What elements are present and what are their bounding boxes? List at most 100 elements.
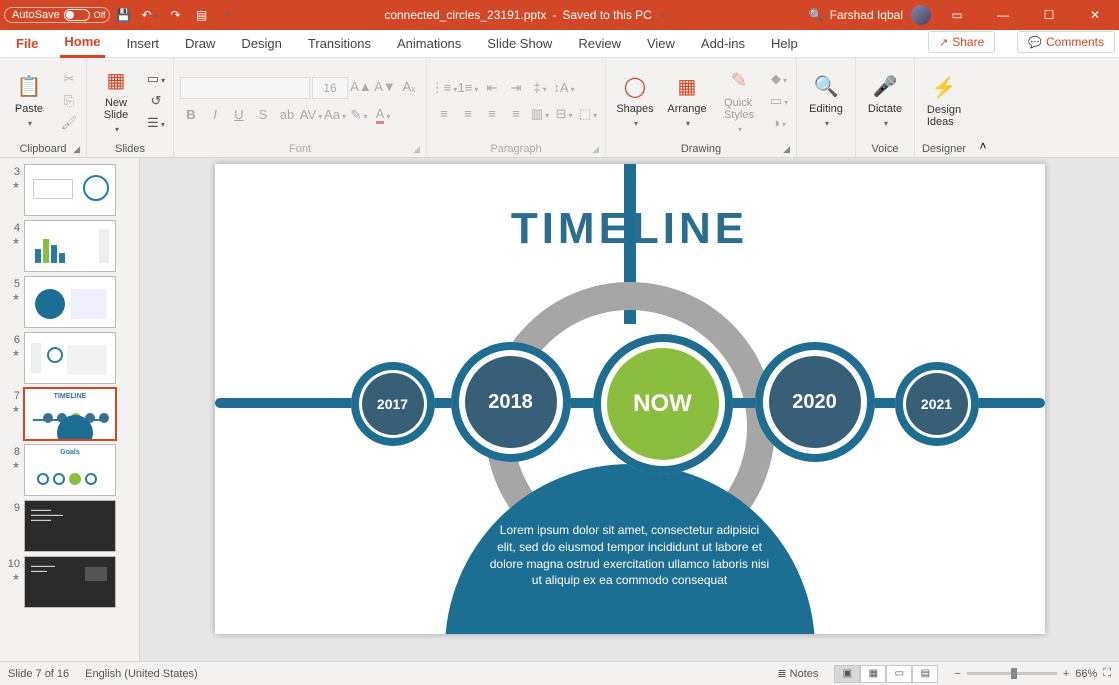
change-case-icon[interactable]: Aa (324, 105, 346, 125)
timeline-node-2018[interactable]: 2018 (451, 342, 571, 462)
decrease-font-icon[interactable]: A▼ (374, 77, 396, 97)
avatar[interactable] (911, 5, 931, 25)
slide-thumbnail[interactable]: 9 ▬▬▬▬▬▬▬▬▬▬▬▬▬▬▬▬▬▬ (0, 498, 139, 554)
align-center-icon[interactable]: ≡ (457, 104, 479, 124)
cut-icon[interactable]: ✂ (58, 69, 80, 89)
shadow-icon[interactable]: ab (276, 105, 298, 125)
clear-formatting-icon[interactable]: Aₓ (398, 77, 420, 97)
tab-transitions[interactable]: Transitions (304, 32, 375, 57)
font-family-input[interactable] (180, 77, 310, 99)
copy-icon[interactable]: ⎘ (58, 91, 80, 111)
save-icon[interactable]: 💾 (112, 3, 136, 27)
strikethrough-icon[interactable]: S (252, 105, 274, 125)
numbering-icon[interactable]: 1≡ (457, 78, 479, 98)
title-dropdown-icon[interactable] (658, 8, 664, 22)
collapse-ribbon-icon[interactable]: ˄ (973, 58, 993, 157)
quick-styles-button[interactable]: ✎Quick Styles (716, 67, 762, 135)
slide-thumbnail[interactable]: 4★ (0, 218, 139, 274)
shapes-button[interactable]: ◯Shapes (612, 73, 658, 129)
autosave-toggle[interactable]: AutoSave Off (4, 7, 110, 23)
arrange-button[interactable]: ▦Arrange (664, 73, 710, 129)
zoom-out-icon[interactable]: − (954, 668, 960, 680)
tab-draw[interactable]: Draw (181, 32, 219, 57)
user-name[interactable]: Farshad Iqbal (830, 8, 903, 22)
bullets-icon[interactable]: ⋮≡ (433, 78, 455, 98)
shape-fill-icon[interactable]: ◆ (768, 69, 790, 89)
tab-animations[interactable]: Animations (393, 32, 465, 57)
timeline-node-2017[interactable]: 2017 (351, 362, 435, 446)
maximize-icon[interactable]: ☐ (1029, 0, 1069, 30)
redo-icon[interactable]: ↷ (164, 3, 188, 27)
dialog-launcher-icon[interactable]: ◢ (73, 144, 80, 155)
new-slide-button[interactable]: ▦ New Slide (93, 67, 139, 135)
undo-icon[interactable]: ↶ (138, 3, 162, 27)
tab-view[interactable]: View (643, 32, 679, 57)
increase-indent-icon[interactable]: ⇥ (505, 78, 527, 98)
dictate-button[interactable]: 🎤Dictate (862, 73, 908, 129)
slide-thumbnail[interactable]: 8★ Goals (0, 442, 139, 498)
search-icon[interactable]: 🔍 (809, 8, 824, 22)
underline-icon[interactable]: U (228, 105, 250, 125)
align-left-icon[interactable]: ≡ (433, 104, 455, 124)
start-from-beginning-icon[interactable]: ▤ (190, 3, 214, 27)
slide-thumbnail[interactable]: 3★ (0, 162, 139, 218)
reset-icon[interactable]: ↺ (145, 91, 167, 111)
layout-icon[interactable]: ▭ (145, 69, 167, 89)
paste-button[interactable]: 📋 Paste (6, 73, 52, 129)
slideshow-view-icon[interactable]: ▤ (912, 665, 938, 683)
font-color-icon[interactable]: A (372, 105, 394, 125)
tab-insert[interactable]: Insert (123, 32, 164, 57)
line-spacing-icon[interactable]: ‡ (529, 78, 551, 98)
tab-help[interactable]: Help (767, 32, 802, 57)
language-status[interactable]: English (United States) (85, 668, 198, 680)
smartart-icon[interactable]: ⬚ (577, 104, 599, 124)
slide-thumbnail[interactable]: 7★ TIMELINE (0, 386, 139, 442)
qat-customize-icon[interactable] (216, 3, 240, 27)
reading-view-icon[interactable]: ▭ (886, 665, 912, 683)
tab-slideshow[interactable]: Slide Show (483, 32, 556, 57)
normal-view-icon[interactable]: ▣ (834, 665, 860, 683)
slide-thumbnail[interactable]: 10★ ▬▬▬▬▬▬▬▬▬▬ (0, 554, 139, 610)
slide-canvas-area[interactable]: TIMELINE Lorem ipsum dolor sit amet, con… (140, 158, 1119, 661)
timeline-node-now[interactable]: NOW (593, 334, 733, 474)
tab-addins[interactable]: Add-ins (697, 32, 749, 57)
slide-canvas[interactable]: TIMELINE Lorem ipsum dolor sit amet, con… (215, 164, 1045, 634)
ribbon-display-icon[interactable]: ▭ (937, 0, 977, 30)
section-icon[interactable]: ☰ (145, 113, 167, 133)
columns-icon[interactable]: ▥ (529, 104, 551, 124)
dialog-launcher-icon[interactable]: ◢ (413, 144, 420, 155)
comments-button[interactable]: Comments (1017, 31, 1115, 53)
text-direction-icon[interactable]: ↕A (553, 78, 575, 98)
format-painter-icon[interactable]: 🖌 (58, 113, 80, 133)
timeline-node-2021[interactable]: 2021 (895, 362, 979, 446)
align-text-icon[interactable]: ⊟ (553, 104, 575, 124)
zoom-in-icon[interactable]: + (1063, 668, 1069, 680)
tab-review[interactable]: Review (574, 32, 625, 57)
minimize-icon[interactable]: — (983, 0, 1023, 30)
share-button[interactable]: Share (928, 31, 995, 53)
highlight-icon[interactable]: ✎ (348, 105, 370, 125)
slide-title[interactable]: TIMELINE (215, 204, 1045, 254)
design-ideas-button[interactable]: ⚡Design Ideas (921, 74, 967, 128)
shape-effects-icon[interactable]: ◑ (768, 113, 790, 133)
dialog-launcher-icon[interactable]: ◢ (783, 144, 790, 155)
font-size-input[interactable] (312, 77, 348, 99)
align-right-icon[interactable]: ≡ (481, 104, 503, 124)
save-status[interactable]: Saved to this PC (562, 8, 651, 22)
slide-body-circle[interactable]: Lorem ipsum dolor sit amet, consectetur … (445, 464, 815, 634)
tab-design[interactable]: Design (237, 32, 285, 57)
sorter-view-icon[interactable]: ▦ (860, 665, 886, 683)
editing-button[interactable]: 🔍Editing (803, 73, 849, 129)
character-spacing-icon[interactable]: AV (300, 105, 322, 125)
notes-button[interactable]: ≣ Notes (777, 667, 818, 680)
timeline-node-2020[interactable]: 2020 (755, 342, 875, 462)
tab-file[interactable]: File (12, 32, 42, 57)
bold-icon[interactable]: B (180, 105, 202, 125)
slide-thumbnails-panel[interactable]: 3★ 4★ 5★ 6★ 7★ TIMELINE 8★ Goals 9 ▬▬▬▬▬… (0, 158, 140, 661)
zoom-slider[interactable] (967, 672, 1057, 675)
increase-font-icon[interactable]: A▲ (350, 77, 372, 97)
italic-icon[interactable]: I (204, 105, 226, 125)
fit-to-window-icon[interactable]: ⛶ (1103, 667, 1111, 680)
tab-home[interactable]: Home (60, 30, 104, 58)
slide-thumbnail[interactable]: 6★ (0, 330, 139, 386)
